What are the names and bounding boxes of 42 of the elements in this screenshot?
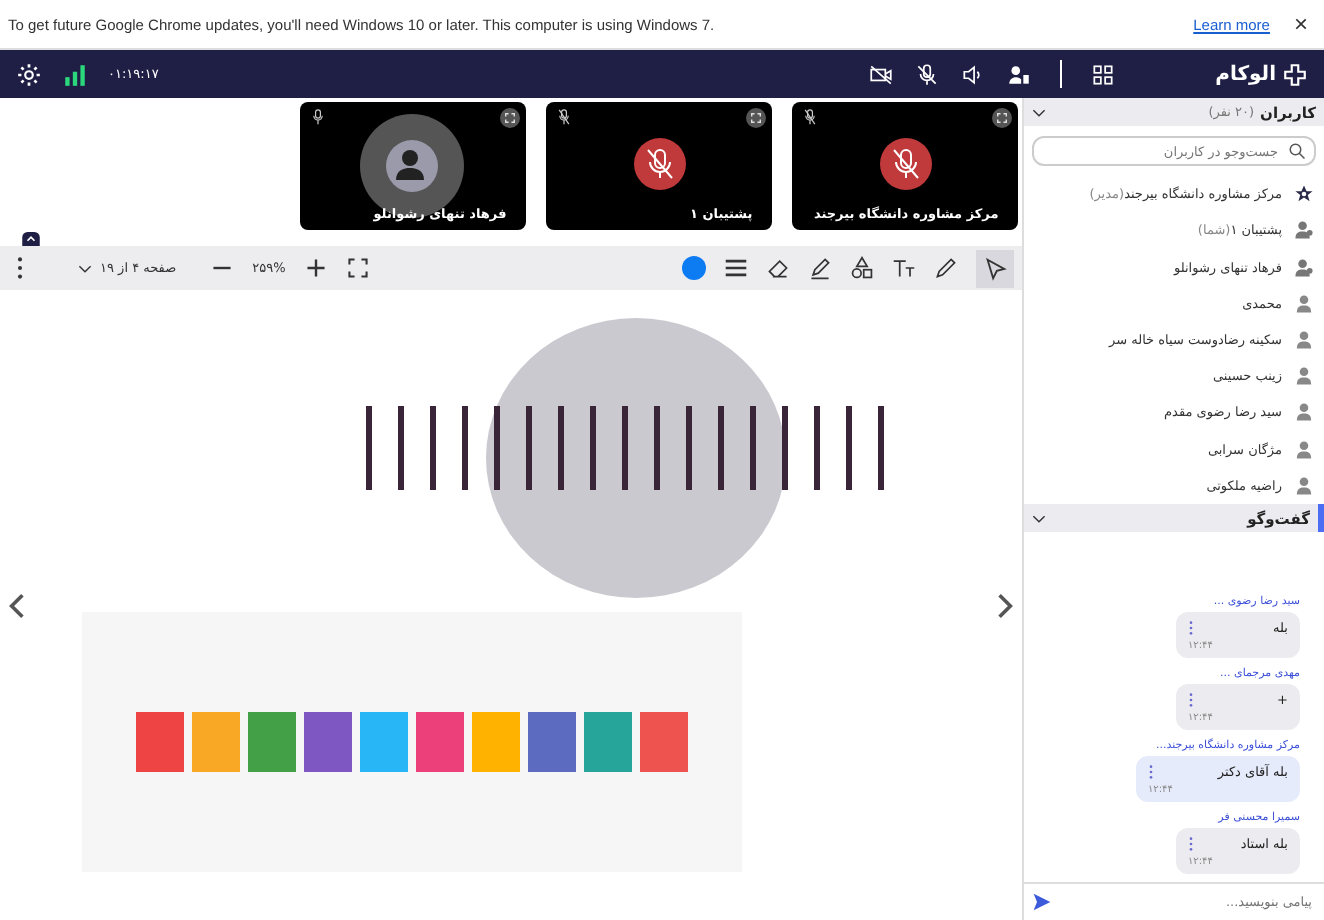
collapse-icon[interactable] <box>22 232 40 246</box>
camera-off-icon[interactable] <box>867 61 894 87</box>
pointer-icon[interactable] <box>976 249 1015 287</box>
settings-icon[interactable] <box>16 61 42 87</box>
user-icon <box>1294 439 1314 460</box>
user-avatar-icon <box>360 114 465 218</box>
search-icon <box>1288 142 1306 160</box>
pencil-icon[interactable] <box>934 256 959 280</box>
eraser-icon[interactable] <box>766 256 791 280</box>
users-icon <box>1294 257 1314 278</box>
fullscreen-icon[interactable] <box>992 108 1013 128</box>
user-icon <box>1294 475 1314 496</box>
next-slide-icon[interactable] <box>996 589 1015 621</box>
users-icon <box>1294 220 1314 241</box>
muted-mic-icon <box>634 138 687 190</box>
pen-color-swatch[interactable] <box>682 256 707 280</box>
chevron-down-icon <box>78 263 92 273</box>
line-width-icon[interactable] <box>724 256 749 280</box>
app-logo-text: الوکام <box>1215 63 1276 85</box>
user-icon <box>1294 366 1314 387</box>
highlighter-icon[interactable] <box>808 256 833 280</box>
chevron-down-icon[interactable] <box>1032 513 1047 523</box>
send-icon[interactable] <box>1032 892 1053 912</box>
user-icon <box>1294 402 1314 423</box>
fullscreen-icon[interactable] <box>746 108 767 128</box>
mic-off-icon[interactable] <box>913 61 940 87</box>
speaker-icon[interactable] <box>959 61 986 87</box>
previous-slide-icon[interactable] <box>8 589 26 621</box>
zoom-in-icon[interactable] <box>303 256 328 280</box>
shapes-icon[interactable] <box>850 256 875 280</box>
moderator-star-icon <box>1294 184 1314 205</box>
fullscreen-icon[interactable] <box>500 108 521 128</box>
signal-icon <box>62 61 88 87</box>
close-button[interactable]: × <box>1293 12 1308 36</box>
user-icon <box>1294 293 1314 314</box>
muted-mic-icon <box>880 138 933 190</box>
user-icon <box>1294 329 1314 350</box>
fit-screen-icon[interactable] <box>345 256 370 280</box>
text-tool-icon[interactable] <box>892 256 917 280</box>
chevron-down-icon[interactable] <box>1032 107 1047 117</box>
grid-icon[interactable] <box>1089 61 1116 87</box>
logo-icon <box>1282 61 1308 87</box>
